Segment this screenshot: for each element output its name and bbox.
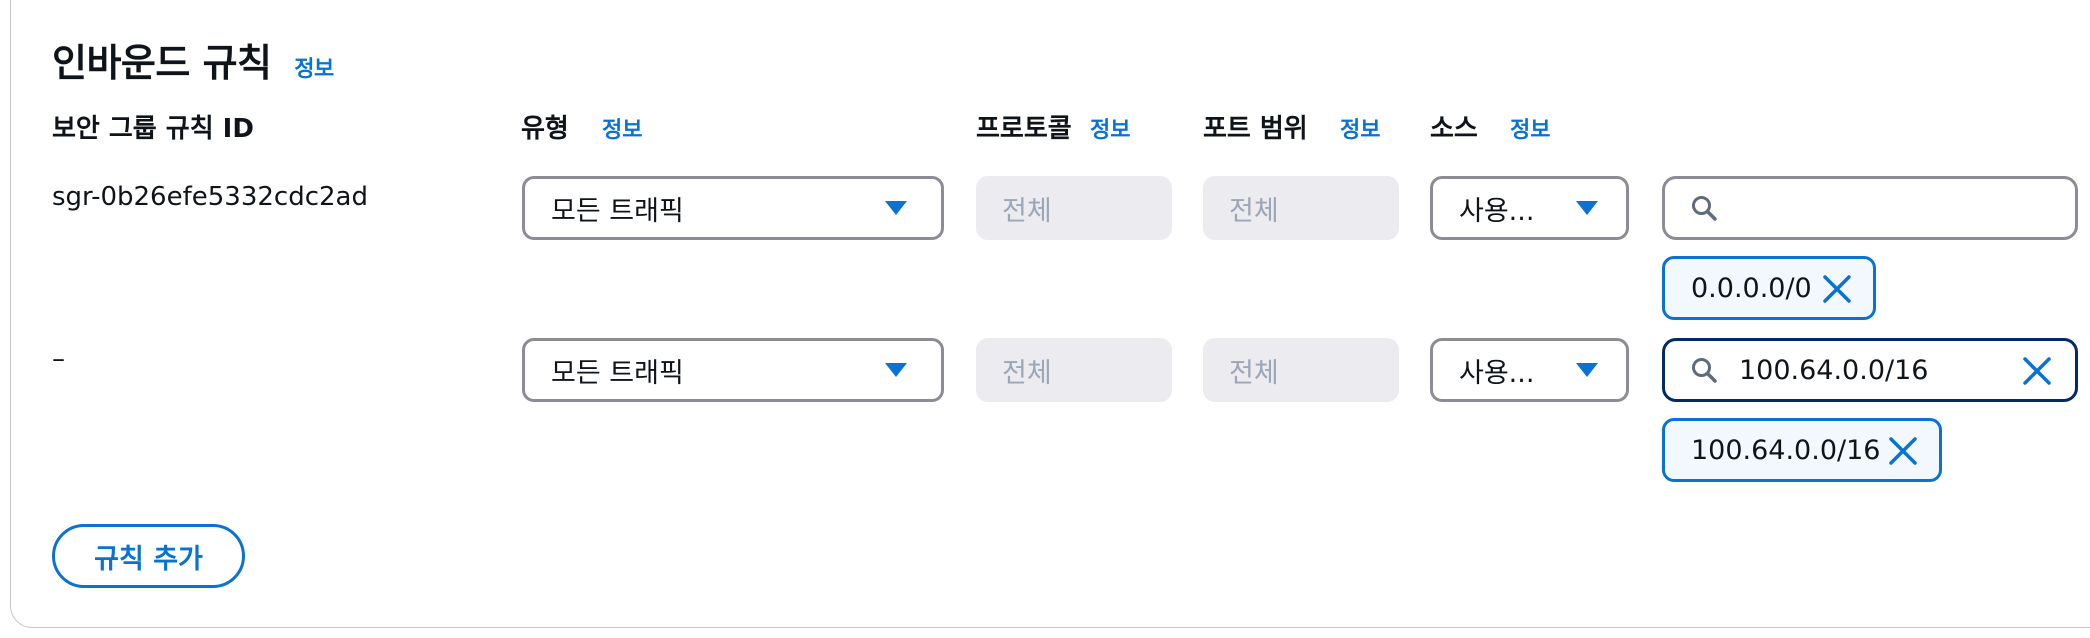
column-header-protocol: 프로토콜 [976, 114, 1072, 144]
source-token-label: 0.0.0.0/0 [1691, 272, 1812, 304]
column-header-rule-id: 보안 그룹 규칙 ID [52, 114, 254, 144]
add-rule-button[interactable]: 규칙 추가 [52, 524, 245, 588]
add-rule-label: 규칙 추가 [94, 543, 203, 575]
port-range-value: 전체 [1229, 357, 1279, 389]
source-token: 0.0.0.0/0 [1662, 256, 1876, 320]
section-title-text: 인바운드 규칙 [52, 41, 272, 85]
type-select-value: 모든 트래픽 [551, 357, 684, 389]
search-icon [1692, 358, 1717, 383]
caret-down-icon [1576, 363, 1598, 377]
port-range-info-link[interactable]: 정보 [1340, 112, 1380, 144]
port-range-field: 전체 [1203, 176, 1399, 240]
source-type-select[interactable]: 사용... [1430, 338, 1629, 402]
source-search-value: 100.64.0.0/16 [1739, 355, 1929, 386]
source-info-link[interactable]: 정보 [1510, 112, 1550, 144]
type-info-link[interactable]: 정보 [602, 112, 642, 144]
port-range-field: 전체 [1203, 338, 1399, 402]
source-type-value: 사용... [1459, 357, 1535, 389]
column-header-port-range: 포트 범위 [1203, 114, 1308, 144]
rule-id: – [52, 344, 65, 374]
column-header-type: 유형 [521, 114, 569, 144]
close-icon[interactable] [1821, 273, 1853, 305]
type-select-value: 모든 트래픽 [551, 195, 684, 227]
protocol-field: 전체 [976, 176, 1172, 240]
type-select[interactable]: 모든 트래픽 [522, 176, 944, 240]
rule-id: sgr-0b26efe5332cdc2ad [52, 182, 368, 212]
source-token: 100.64.0.0/16 [1662, 418, 1942, 482]
source-type-value: 사용... [1459, 195, 1535, 227]
caret-down-icon [885, 363, 907, 377]
protocol-info-link[interactable]: 정보 [1090, 112, 1130, 144]
column-header-source: 소스 [1430, 114, 1478, 144]
source-token-label: 100.64.0.0/16 [1691, 434, 1881, 466]
search-icon [1692, 196, 1717, 221]
section-title: 인바운드 규칙 정보 [52, 32, 334, 87]
close-icon[interactable] [1887, 435, 1919, 467]
protocol-value: 전체 [1002, 195, 1052, 227]
protocol-field: 전체 [976, 338, 1172, 402]
protocol-value: 전체 [1002, 357, 1052, 389]
source-type-select[interactable]: 사용... [1430, 176, 1629, 240]
caret-down-icon [1576, 201, 1598, 215]
port-range-value: 전체 [1229, 195, 1279, 227]
type-select[interactable]: 모든 트래픽 [522, 338, 944, 402]
close-icon[interactable] [2021, 355, 2053, 387]
source-search-input[interactable] [1662, 176, 2078, 240]
source-search-input[interactable]: 100.64.0.0/16 [1662, 338, 2078, 402]
caret-down-icon [885, 201, 907, 215]
section-info-link[interactable]: 정보 [294, 57, 334, 82]
